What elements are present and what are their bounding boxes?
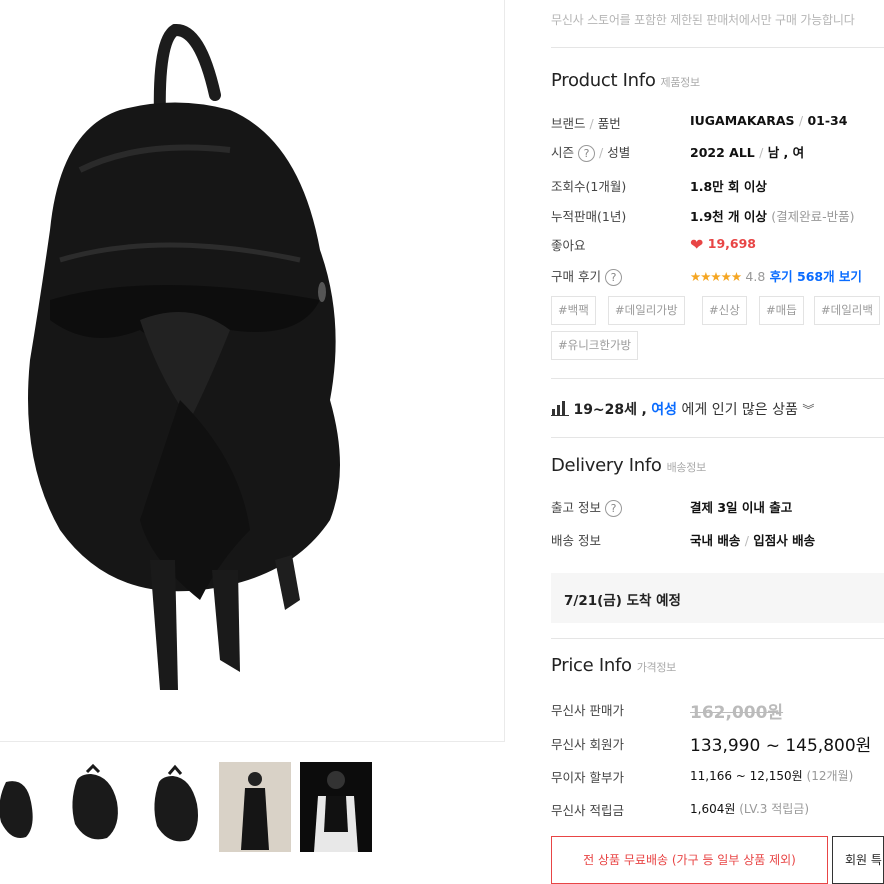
divider (551, 437, 884, 438)
sales-row: 누적판매(1년) 1.9천 개 이상 (결제완료-반품) (551, 209, 855, 224)
release-row: 출고 정보? 결제 3일 이내 출고 (551, 500, 793, 517)
thumbnail-1[interactable] (0, 762, 68, 852)
product-info-title: Product Info 제품정보 (551, 70, 700, 91)
star-rating: ★★★★★ (690, 269, 742, 284)
tag[interactable]: #신상 (702, 296, 747, 325)
review-link[interactable]: 후기 568개 보기 (770, 269, 862, 284)
member-price-row: 무신사 회원가 133,990 ~ 145,800원 (551, 736, 872, 756)
brand-link[interactable]: IUGAMAKARAS (690, 113, 795, 128)
thumbnail-strip (0, 762, 505, 852)
likes-row: 좋아요 ❤ 19,698 (551, 235, 757, 254)
sale-price-row: 무신사 판매가 162,000원 (551, 703, 784, 723)
shipping-row: 배송 정보 국내 배송 / 입점사 배송 (551, 533, 816, 548)
tag[interactable]: #매듭 (759, 296, 804, 325)
sales-notice: 무신사 스토어를 포함한 제한된 판매처에서만 구매 가능합니다 (551, 13, 855, 27)
points-row: 무신사 적립금 1,604원 (LV.3 적립금) (551, 802, 810, 818)
tag[interactable]: #유니크한가방 (551, 331, 639, 360)
thumbnail-4[interactable] (219, 762, 291, 852)
divider (551, 638, 884, 639)
free-shipping-button[interactable]: 전 상품 무료배송 (가구 등 일부 상품 제외) (551, 836, 828, 884)
help-icon[interactable]: ? (578, 145, 596, 162)
divider (551, 47, 884, 48)
help-icon[interactable]: ? (604, 269, 622, 286)
views-row: 조회수(1개월) 1.8만 회 이상 (551, 179, 767, 194)
price-info-title: Price Info 가격정보 (551, 655, 676, 676)
thumbnail-5[interactable] (300, 762, 372, 852)
arrival-estimate: 7/21(금) 도착 예정 (551, 573, 884, 623)
tag[interactable]: #백팩 (551, 296, 596, 325)
chart-icon (551, 400, 569, 416)
review-row: 구매 후기? ★★★★★ 4.8 후기 568개 보기 (551, 269, 862, 286)
divider (551, 378, 884, 379)
member-benefit-button[interactable]: 회원 특 (832, 836, 884, 884)
chevron-down-icon[interactable]: ︾ (802, 403, 814, 417)
delivery-info-title: Delivery Info 배송정보 (551, 455, 706, 476)
thumbnail-3[interactable] (145, 762, 217, 852)
backpack-illustration (28, 24, 340, 690)
installment-row: 무이자 할부가 11,166 ~ 12,150원 (12개월) (551, 769, 854, 785)
thumbnail-2[interactable] (63, 762, 135, 852)
tag[interactable]: #데일리백 (814, 296, 880, 325)
popular-age-line[interactable]: 19~28세 , 여성 에게 인기 많은 상품 ︾ (551, 399, 814, 419)
heart-icon[interactable]: ❤ (690, 235, 703, 254)
main-product-image (0, 0, 505, 742)
help-icon[interactable]: ? (604, 500, 622, 517)
season-row: 시즌? / 성별 2022 ALL / 남 , 여 (551, 145, 805, 162)
tag[interactable]: #데일리가방 (608, 296, 685, 325)
brand-row: 브랜드 / 품번 IUGAMAKARAS / 01-34 (551, 113, 848, 131)
product-info-panel: 무신사 스토어를 포함한 제한된 판매처에서만 구매 가능합니다 Product… (551, 0, 884, 884)
